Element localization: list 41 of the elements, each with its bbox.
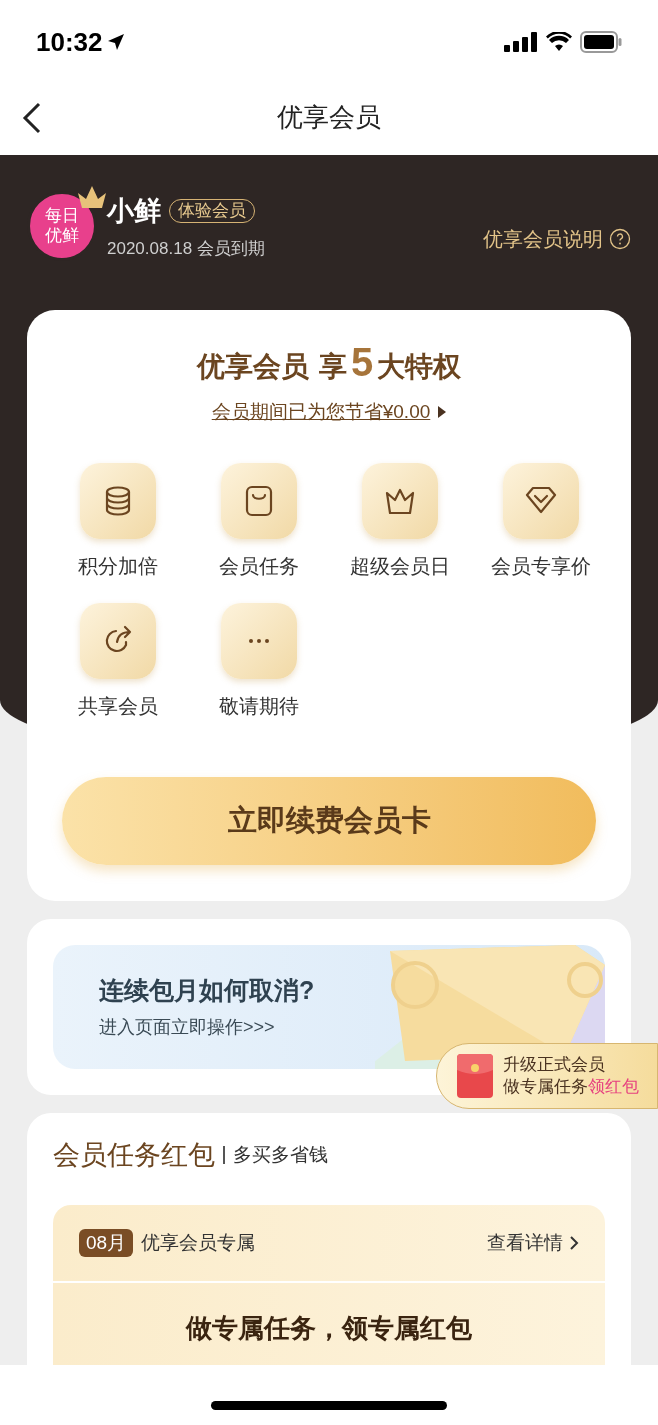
triangle-icon bbox=[438, 406, 447, 419]
renew-button[interactable]: 立即续费会员卡 bbox=[62, 776, 596, 865]
home-indicator[interactable] bbox=[211, 1400, 447, 1410]
help-icon bbox=[609, 228, 631, 250]
privilege-count: 5 bbox=[350, 342, 374, 382]
location-arrow-icon bbox=[106, 33, 125, 51]
card-title: 大特权 bbox=[377, 350, 462, 384]
wifi-icon bbox=[546, 32, 572, 52]
envelope-icon bbox=[457, 1053, 493, 1098]
upgrade-badge[interactable]: 升级正式会员 做专属任务领红包 bbox=[436, 1042, 658, 1109]
section-title: 红包 bbox=[161, 1138, 215, 1172]
logo-text: 优鲜 bbox=[45, 226, 79, 246]
signal-icon bbox=[504, 32, 538, 52]
help-link[interactable]: 优享会员说明 bbox=[483, 224, 603, 254]
banner-title: 连续包月如何取消? bbox=[99, 975, 316, 1007]
month-badge: 08月 bbox=[79, 1228, 134, 1258]
banner-subtitle: 进入页面立即操作>>> bbox=[99, 1015, 276, 1039]
privilege-item[interactable]: 会员任务 bbox=[188, 462, 329, 581]
battery-icon bbox=[580, 31, 622, 53]
card-title: 优享会员 bbox=[196, 350, 309, 384]
section-title: 会员任务 bbox=[53, 1138, 161, 1172]
panel-label: 优享会员专属 bbox=[141, 1230, 256, 1255]
section-subtitle: 多买多省钱 bbox=[233, 1142, 328, 1167]
status-time: 10:32 bbox=[36, 25, 103, 59]
privilege-item[interactable]: 会员专享价 bbox=[470, 462, 611, 581]
card-title: 享 bbox=[318, 350, 347, 384]
privilege-item[interactable]: 敬请期待 bbox=[188, 602, 329, 721]
expiry-date: 2020.08.18 会员到期 bbox=[107, 237, 265, 260]
details-link[interactable]: 查看详情 bbox=[487, 1228, 563, 1258]
user-name: 小鲜 bbox=[107, 195, 161, 228]
chevron-right-icon bbox=[569, 1235, 579, 1251]
logo-text: 每日 bbox=[45, 206, 79, 226]
more-icon bbox=[248, 638, 269, 643]
savings-link[interactable]: 会员期间已为您节省¥0.00 bbox=[211, 398, 431, 427]
panel-heading: 做专属任务，领专属红包 bbox=[186, 1312, 472, 1345]
page-title: 优享会员 bbox=[277, 101, 381, 134]
privilege-item[interactable]: 积分加倍 bbox=[47, 462, 188, 581]
privilege-item[interactable]: 超级会员日 bbox=[329, 462, 470, 581]
privilege-item[interactable]: 共享会员 bbox=[47, 602, 188, 721]
badge-highlight: 领红包 bbox=[588, 1075, 639, 1098]
badge-text: 做专属任务 bbox=[503, 1075, 588, 1098]
